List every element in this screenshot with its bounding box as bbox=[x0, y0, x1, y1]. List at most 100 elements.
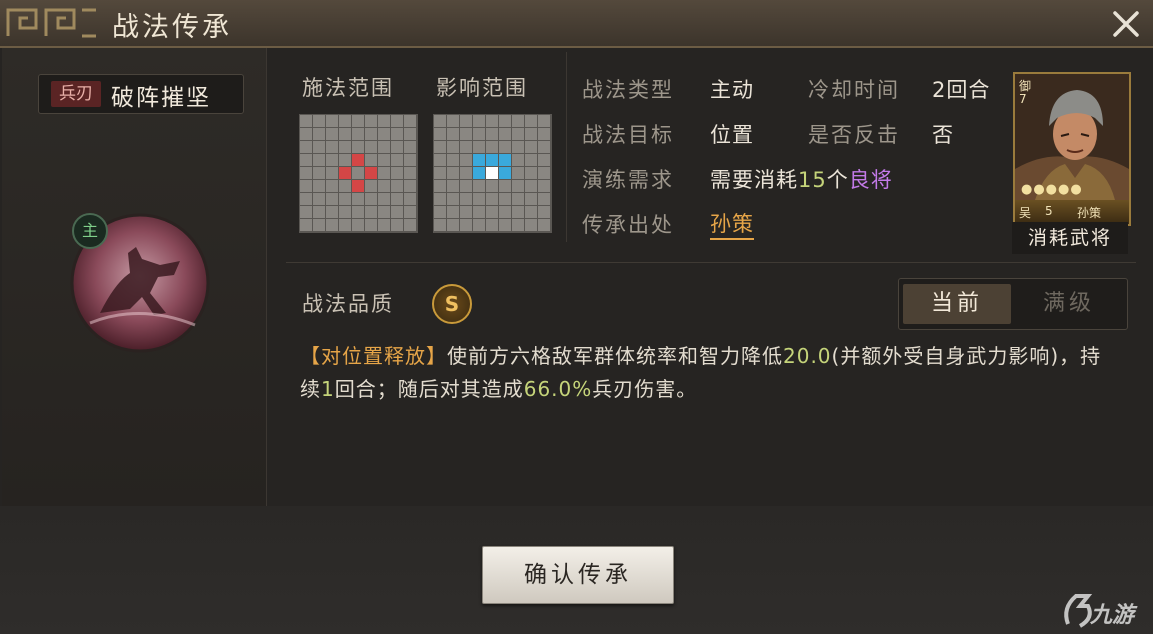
description-part1: 使前方六格敌军群体统率和智力降低 bbox=[447, 344, 783, 368]
requirement-prefix: 需要消耗 bbox=[710, 168, 798, 192]
grid-cell bbox=[378, 141, 390, 153]
skill-name-plate: 兵刃 破阵摧坚 bbox=[38, 74, 244, 114]
grid-cell bbox=[352, 141, 364, 153]
grid-cell bbox=[313, 141, 325, 153]
grid-cell bbox=[326, 154, 338, 166]
counter-label: 是否反击 bbox=[808, 123, 900, 147]
toggle-max-level-button[interactable]: 满级 bbox=[1015, 284, 1123, 324]
section-divider-horizontal bbox=[286, 262, 1136, 263]
grid-cell bbox=[339, 219, 351, 231]
grid-cell bbox=[313, 115, 325, 127]
grid-cell bbox=[404, 115, 416, 127]
grid-cell bbox=[313, 193, 325, 205]
section-divider bbox=[566, 52, 567, 242]
grid-cell bbox=[473, 167, 485, 179]
grid-cell bbox=[300, 180, 312, 192]
grid-cell bbox=[378, 180, 390, 192]
grid-cell bbox=[538, 167, 550, 179]
watermark-text: 九游 bbox=[1090, 603, 1135, 628]
grid-cell bbox=[434, 206, 446, 218]
grid-cell bbox=[512, 167, 524, 179]
grid-cell bbox=[486, 128, 498, 140]
grid-cell bbox=[326, 193, 338, 205]
origin-general-link[interactable]: 孙策 bbox=[710, 208, 754, 240]
grid-cell bbox=[326, 206, 338, 218]
grid-cell bbox=[365, 193, 377, 205]
grid-cell bbox=[499, 180, 511, 192]
grid-cell bbox=[486, 141, 498, 153]
grid-cell bbox=[313, 154, 325, 166]
grid-cell bbox=[473, 128, 485, 140]
grid-cell bbox=[473, 115, 485, 127]
grid-cell bbox=[326, 115, 338, 127]
grid-cell bbox=[378, 206, 390, 218]
description-tag: 【对位置释放】 bbox=[300, 344, 447, 368]
grid-cell bbox=[391, 180, 403, 192]
grid-cell bbox=[486, 206, 498, 218]
grid-cell bbox=[512, 219, 524, 231]
grid-cell bbox=[447, 219, 459, 231]
grid-cell bbox=[447, 128, 459, 140]
grid-cell bbox=[460, 141, 472, 153]
grid-cell bbox=[447, 206, 459, 218]
grid-cell bbox=[538, 154, 550, 166]
grid-cell bbox=[434, 167, 446, 179]
grid-cell bbox=[538, 206, 550, 218]
grid-cell bbox=[473, 219, 485, 231]
grid-cell bbox=[460, 167, 472, 179]
card-side-text: 御7 bbox=[1019, 79, 1032, 106]
grid-cell bbox=[313, 180, 325, 192]
grid-cell bbox=[326, 128, 338, 140]
grid-cell bbox=[486, 115, 498, 127]
grid-cell bbox=[365, 206, 377, 218]
grid-cell bbox=[339, 193, 351, 205]
grid-cell bbox=[538, 219, 550, 231]
grid-cell bbox=[525, 128, 537, 140]
grid-cell bbox=[538, 141, 550, 153]
grid-cell bbox=[378, 219, 390, 231]
skill-type-value: 主动 bbox=[710, 78, 754, 102]
skill-quality-label: 战法品质 bbox=[302, 292, 394, 316]
grid-cell bbox=[460, 219, 472, 231]
grid-cell bbox=[473, 180, 485, 192]
counter-value: 否 bbox=[932, 123, 954, 147]
toggle-current-button[interactable]: 当前 bbox=[903, 284, 1011, 324]
grid-cell bbox=[512, 180, 524, 192]
grid-cell bbox=[434, 128, 446, 140]
cast-range-label: 施法范围 bbox=[302, 76, 394, 100]
card-general-name: 孙策 bbox=[1077, 206, 1102, 220]
grid-cell bbox=[352, 167, 364, 179]
grid-cell bbox=[339, 167, 351, 179]
grid-cell bbox=[378, 115, 390, 127]
grid-cell bbox=[404, 167, 416, 179]
card-star-rating: ●●●●● bbox=[1021, 182, 1083, 197]
cooldown-label: 冷却时间 bbox=[808, 78, 900, 102]
main-skill-badge: 主 bbox=[72, 213, 108, 249]
grid-cell bbox=[525, 206, 537, 218]
cast-range-grid bbox=[299, 114, 418, 233]
grid-cell bbox=[538, 180, 550, 192]
grid-cell bbox=[525, 141, 537, 153]
effect-range-label: 影响范围 bbox=[436, 76, 528, 100]
confirm-inherit-button[interactable]: 确认传承 bbox=[482, 546, 674, 604]
grid-cell bbox=[447, 193, 459, 205]
grid-cell bbox=[486, 154, 498, 166]
grid-cell bbox=[404, 180, 416, 192]
requirement-value: 需要消耗15个良将 bbox=[710, 164, 893, 194]
grid-cell bbox=[365, 141, 377, 153]
card-cost: 5 bbox=[1045, 204, 1053, 218]
grid-cell bbox=[352, 219, 364, 231]
card-faction: 吴 bbox=[1019, 206, 1032, 220]
grid-cell bbox=[339, 180, 351, 192]
grid-cell bbox=[538, 128, 550, 140]
quality-grade-badge: S bbox=[432, 284, 472, 324]
grid-cell bbox=[499, 115, 511, 127]
grid-cell bbox=[391, 193, 403, 205]
close-icon[interactable] bbox=[1110, 8, 1142, 40]
grid-cell bbox=[391, 167, 403, 179]
troop-type-badge: 兵刃 bbox=[51, 81, 101, 107]
card-info-strip: 吴 5 孙策 bbox=[1015, 200, 1129, 224]
grid-cell bbox=[339, 141, 351, 153]
grid-cell bbox=[447, 180, 459, 192]
general-card[interactable]: 御7 ●●●●● 吴 5 孙策 bbox=[1013, 72, 1131, 226]
